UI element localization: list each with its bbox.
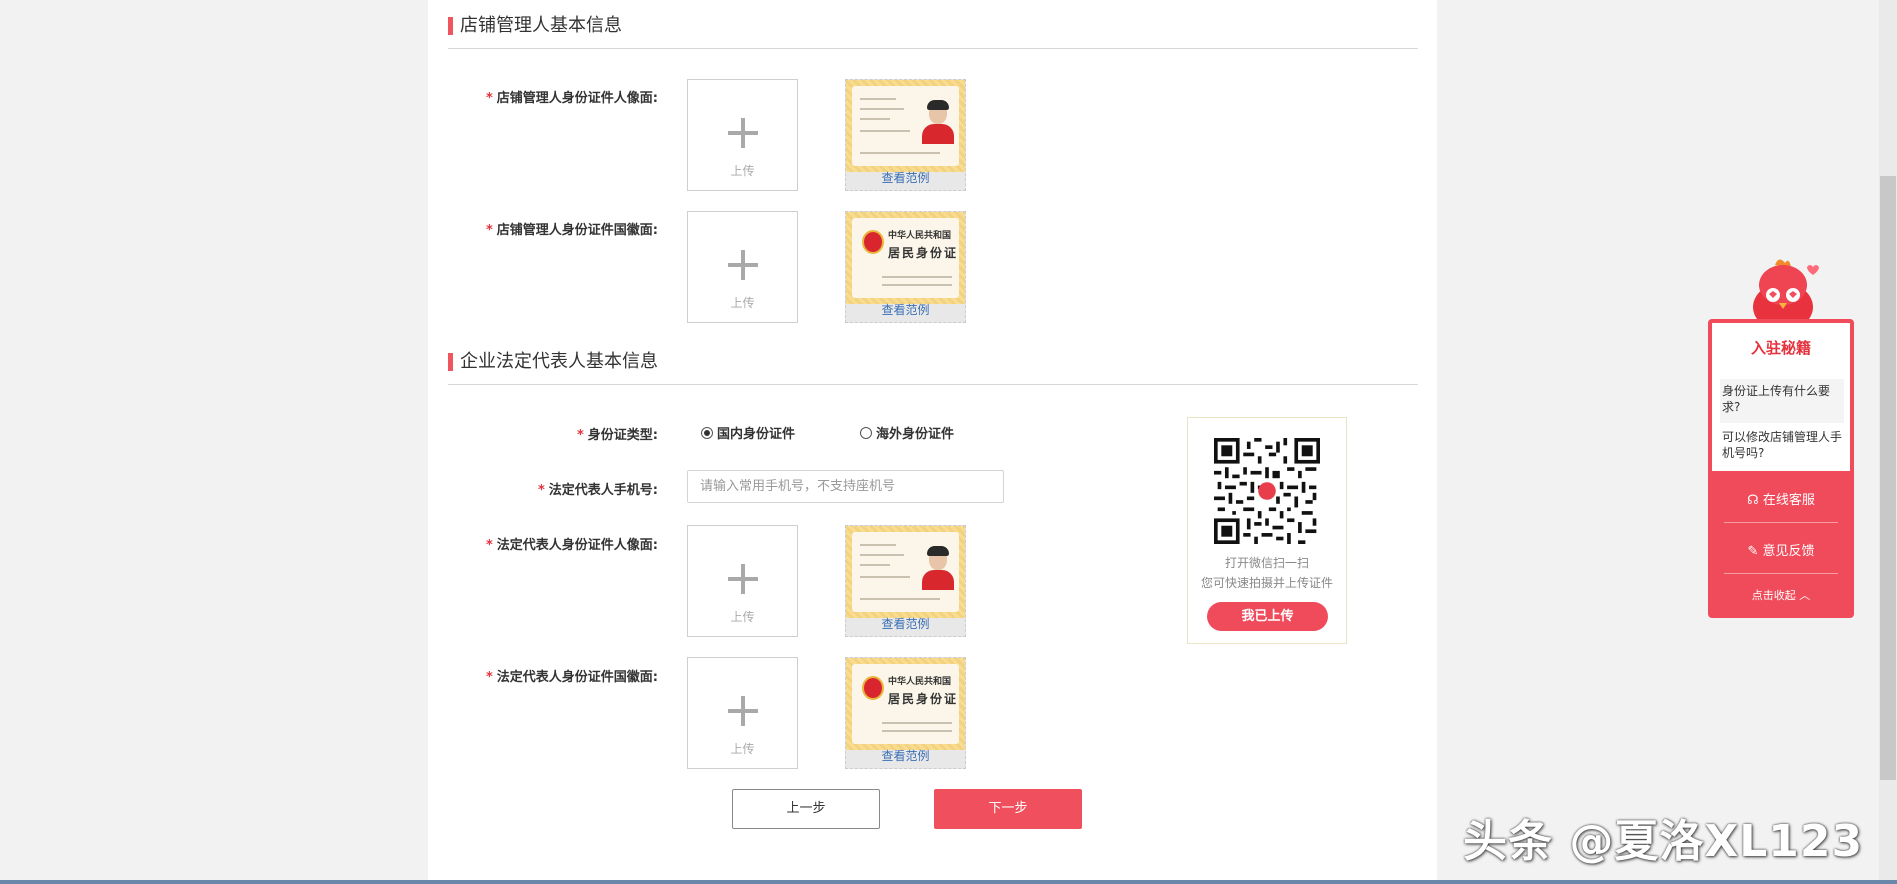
sample-id-back: 中华人民共和国 居民身份证 查看范例 [845,657,966,769]
upload-label: 上传 [730,164,755,178]
upload-label: 上传 [730,742,755,756]
view-sample-link[interactable]: 查看范例 [846,169,965,186]
divider [1724,573,1838,574]
faq-item[interactable]: 身份证上传有什么要求? [1720,379,1844,423]
collapse-button[interactable]: 点击收起 ︿ [1708,587,1854,603]
plus-icon [728,564,758,594]
required-mark: * [485,91,493,106]
phone-input[interactable] [687,470,1004,503]
national-emblem-icon [862,230,884,254]
section-divider [448,384,1418,385]
plus-icon [728,250,758,280]
mascot-icon [1753,259,1819,325]
qr-instruction-2: 您可快速拍摄并上传证件 [1200,576,1333,590]
qr-code-icon [1214,438,1320,544]
form-page: 店铺管理人基本信息 * 店铺管理人身份证件人像面: 上传 查看范例 * 店铺管理人身… [428,0,1437,884]
national-emblem-icon [862,676,884,700]
upload-legal-front[interactable]: 上传 [687,525,798,637]
section-divider [448,48,1418,49]
prev-step-button[interactable]: 上一步 [732,789,880,829]
chevron-up-icon: ︿ [1799,589,1811,602]
upload-manager-back[interactable]: 上传 [687,211,798,323]
watermark: 头条 @夏洛XL123 [1463,816,1864,867]
sample-id-front: 查看范例 [845,79,966,191]
qr-instruction-1: 打开微信扫一扫 [1224,556,1309,570]
field-label-legal-front: * 法定代表人身份证件人像面: [485,538,658,553]
scrollbar-thumb[interactable] [1880,176,1896,780]
upload-label: 上传 [730,610,755,624]
edit-icon: ✎ [1747,544,1759,559]
section-title-manager: 店铺管理人基本信息 [448,14,622,38]
upload-manager-front[interactable]: 上传 [687,79,798,191]
upload-label: 上传 [730,296,755,310]
online-service-button[interactable]: ☊ 在线客服 [1708,489,1854,508]
view-sample-link[interactable]: 查看范例 [846,747,965,764]
field-label-phone: * 法定代表人手机号: [537,483,658,498]
onboarding-tips-widget: 入驻秘籍 身份证上传有什么要求? 可以修改店铺管理人手机号吗? ☊ 在线客服 ✎… [1708,319,1854,618]
field-label-legal-back: * 法定代表人身份证件国徽面: [485,670,658,685]
radio-overseas-id[interactable]: 海外身份证件 [860,423,954,442]
field-label-manager-front: * 店铺管理人身份证件人像面: [485,91,658,106]
view-sample-link[interactable]: 查看范例 [846,301,965,318]
radio-unchecked-icon [860,427,872,439]
upload-legal-back[interactable]: 上传 [687,657,798,769]
sample-id-back: 中华人民共和国 居民身份证 查看范例 [845,211,966,323]
view-sample-link[interactable]: 查看范例 [846,615,965,632]
next-step-button[interactable]: 下一步 [934,789,1082,829]
widget-title: 入驻秘籍 [1750,339,1811,357]
portrait-image [920,100,954,144]
sample-id-front: 查看范例 [845,525,966,637]
headset-icon: ☊ [1747,493,1759,508]
plus-icon [728,118,758,148]
radio-domestic-id[interactable]: 国内身份证件 [701,423,795,442]
uploaded-button[interactable]: 我已上传 [1207,602,1328,631]
plus-icon [728,696,758,726]
qr-upload-panel: 打开微信扫一扫 您可快速拍摄并上传证件 我已上传 [1187,417,1347,644]
divider [1724,522,1838,523]
faq-item[interactable]: 可以修改店铺管理人手机号吗? [1720,427,1844,463]
radio-checked-icon [701,427,713,439]
feedback-button[interactable]: ✎ 意见反馈 [1708,540,1854,559]
portrait-image [920,546,954,590]
field-label-manager-back: * 店铺管理人身份证件国徽面: [485,223,658,238]
section-title-legal: 企业法定代表人基本信息 [448,350,658,374]
window-bottom-border [0,880,1897,884]
field-label-id-type: * 身份证类型: [576,428,658,443]
